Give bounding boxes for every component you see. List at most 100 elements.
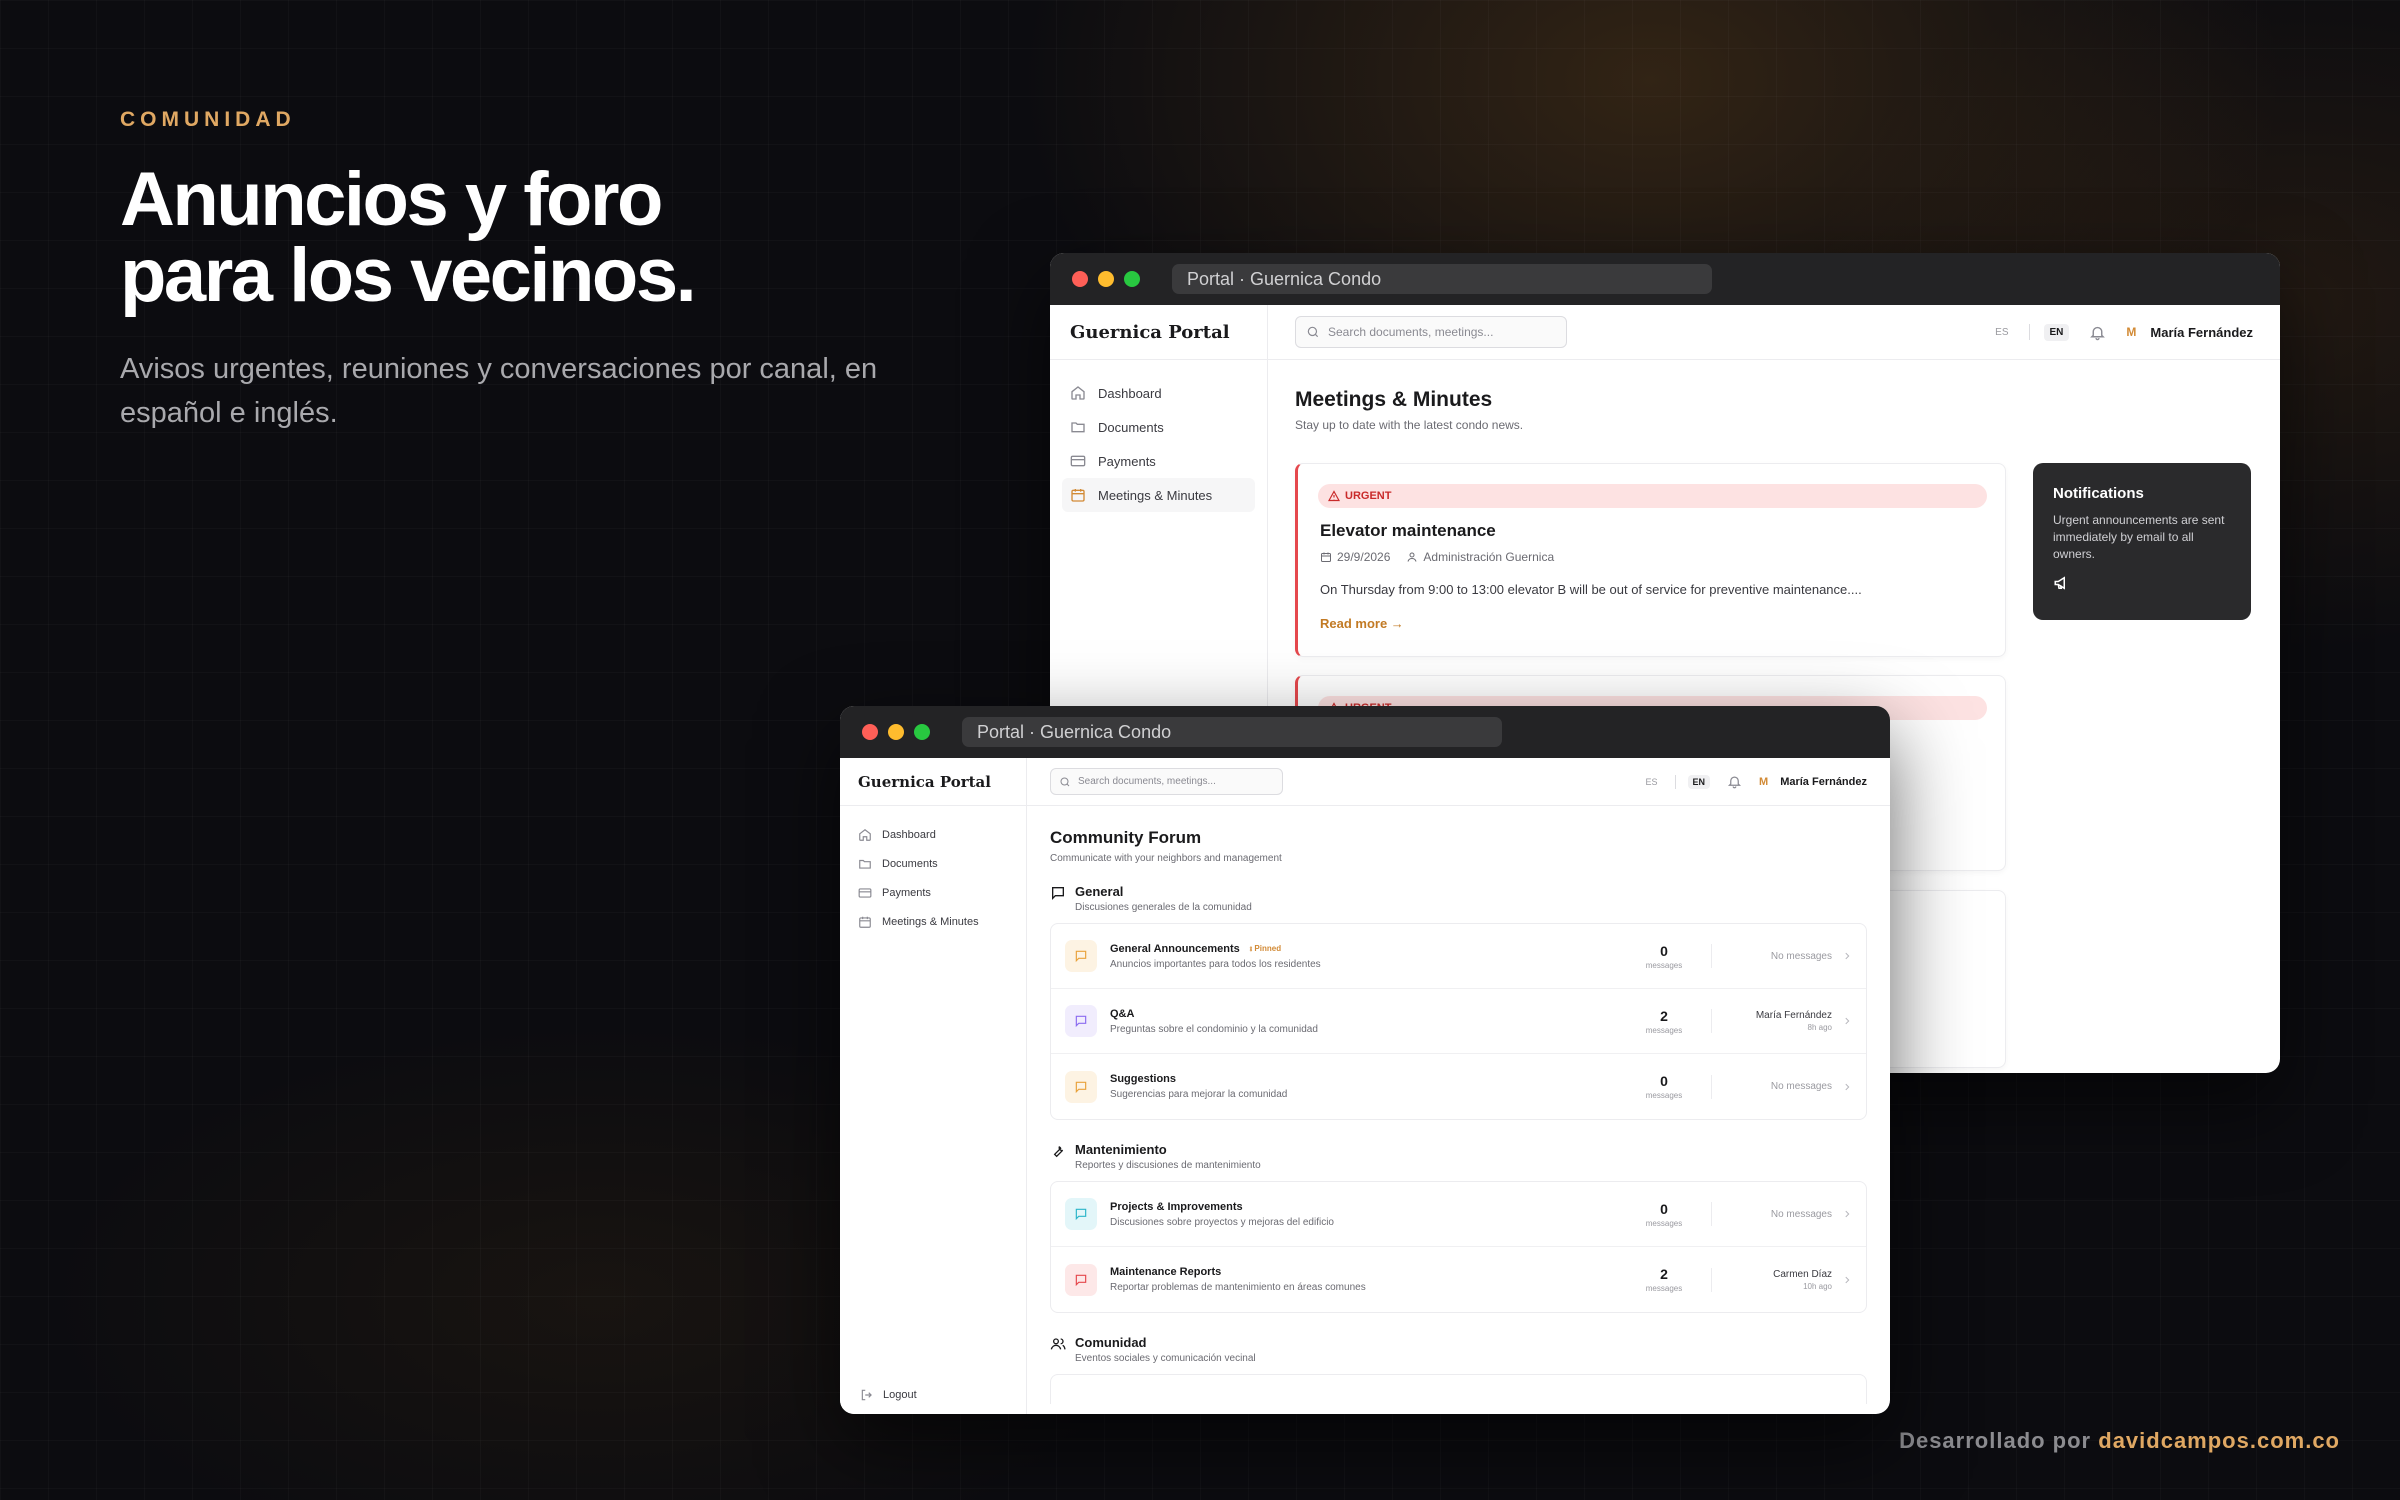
- user-name[interactable]: María Fernández: [1780, 776, 1867, 788]
- announcement-title[interactable]: Elevator maintenance: [1320, 521, 1496, 541]
- maximize-window-button[interactable]: [914, 724, 930, 740]
- channel-row[interactable]: Q&A Preguntas sobre el condominio y la c…: [1051, 989, 1866, 1054]
- brand-logo[interactable]: Guernica Portal: [840, 758, 1026, 806]
- last-message: No messages: [1770, 1081, 1832, 1092]
- logout-button[interactable]: Logout: [860, 1388, 917, 1402]
- chevron-right-icon[interactable]: [1842, 1016, 1852, 1026]
- avatar[interactable]: M: [2126, 325, 2136, 339]
- sidebar-item-dashboard[interactable]: Dashboard: [1062, 376, 1255, 410]
- channel-list: [1050, 1374, 1867, 1404]
- category-description: Reportes y discusiones de mantenimiento: [1075, 1160, 1261, 1171]
- calendar-icon: [1320, 551, 1332, 563]
- minimize-window-button[interactable]: [888, 724, 904, 740]
- sidebar-item-payments[interactable]: Payments: [850, 878, 1016, 907]
- lang-en-toggle[interactable]: EN: [2043, 323, 2070, 341]
- search-icon: [1306, 325, 1320, 339]
- sidebar-item-label: Documents: [882, 857, 938, 870]
- sidebar-nav: Dashboard Documents Payments Meetings & …: [840, 806, 1026, 950]
- category-description: Eventos sociales y comunicación vecinal: [1075, 1353, 1256, 1364]
- announcement-card[interactable]: URGENT Elevator maintenance 29/9/2026 Ad…: [1295, 463, 2006, 657]
- sidebar-item-payments[interactable]: Payments: [1062, 444, 1255, 478]
- sidebar-item-meetings[interactable]: Meetings & Minutes: [850, 907, 1016, 936]
- channel-name[interactable]: Suggestions: [1110, 1073, 1176, 1085]
- message-count: 0 messages: [1645, 1200, 1683, 1228]
- sidebar-item-documents[interactable]: Documents: [850, 849, 1016, 878]
- channel-description: Anuncios importantes para todos los resi…: [1110, 958, 1321, 970]
- window-titlebar: Portal · Guernica Condo: [840, 706, 1890, 758]
- last-message: No messages: [1770, 1208, 1832, 1220]
- bell-icon[interactable]: [1727, 774, 1742, 789]
- brand-logo[interactable]: Guernica Portal: [1050, 305, 1267, 360]
- channel-name[interactable]: General Announcements: [1110, 943, 1240, 955]
- hero: COMUNIDAD Anuncios y foro para los vecin…: [120, 108, 980, 435]
- notifications-body: Urgent announcements are sent immediatel…: [2053, 513, 2225, 561]
- channel-description: Preguntas sobre el condominio y la comun…: [1110, 1023, 1318, 1035]
- subhead: Avisos urgentes, reuniones y conversacio…: [120, 353, 878, 429]
- home-icon: [1070, 385, 1086, 401]
- chevron-right-icon[interactable]: [1842, 1082, 1852, 1092]
- user-name[interactable]: María Fernández: [2150, 325, 2253, 340]
- sidebar-item-label: Payments: [1098, 453, 1156, 469]
- sidebar-item-documents[interactable]: Documents: [1062, 410, 1255, 444]
- avatar[interactable]: M: [1759, 776, 1768, 788]
- minimize-window-button[interactable]: [1098, 271, 1114, 287]
- notifications-card: Notifications Urgent announcements are s…: [2033, 463, 2251, 620]
- notifications-title: Notifications: [2053, 485, 2144, 502]
- window-titlebar: Portal · Guernica Condo: [1050, 253, 2280, 305]
- page-title: Community Forum: [1050, 828, 1202, 847]
- chat-bubble-icon: [1065, 940, 1097, 972]
- search-input[interactable]: Search documents, meetings...: [1050, 768, 1283, 795]
- channel-name[interactable]: Q&A: [1110, 1008, 1134, 1020]
- channel-name[interactable]: Maintenance Reports: [1110, 1266, 1221, 1278]
- message-count: 0 messages: [1645, 1073, 1683, 1100]
- megaphone-icon: [2053, 574, 2071, 592]
- forum-window: Portal · Guernica Condo Guernica Portal …: [840, 706, 1890, 1414]
- channel-description: Reportar problemas de mantenimiento en á…: [1110, 1282, 1366, 1293]
- chat-bubble-icon: [1065, 1198, 1097, 1230]
- channel-description: Sugerencias para mejorar la comunidad: [1110, 1089, 1288, 1100]
- close-window-button[interactable]: [1072, 271, 1088, 287]
- channel-row[interactable]: Projects & Improvements Discusiones sobr…: [1051, 1182, 1866, 1247]
- announcement-meta: 29/9/2026 Administración Guernica: [1320, 550, 1554, 564]
- forum-category-maintenance: Mantenimiento Reportes y discusiones de …: [1050, 1142, 1867, 1313]
- users-icon: [1050, 1336, 1066, 1352]
- maximize-window-button[interactable]: [1124, 271, 1140, 287]
- lang-en-toggle[interactable]: EN: [1687, 774, 1711, 789]
- page-subtitle: Communicate with your neighbors and mana…: [1050, 853, 1282, 864]
- sidebar-item-label: Meetings & Minutes: [1098, 487, 1213, 503]
- chevron-right-icon[interactable]: [1842, 1275, 1852, 1285]
- bell-icon[interactable]: [2089, 324, 2106, 341]
- channel-name[interactable]: Projects & Improvements: [1110, 1201, 1243, 1213]
- address-bar[interactable]: Portal · Guernica Condo: [962, 717, 1502, 747]
- lang-es-toggle[interactable]: ES: [1640, 775, 1662, 789]
- divider: [1711, 1009, 1712, 1033]
- channel-row[interactable]: Suggestions Sugerencias para mejorar la …: [1051, 1054, 1866, 1119]
- category-name: General: [1075, 884, 1124, 899]
- announcement-body: On Thursday from 9:00 to 13:00 elevator …: [1320, 582, 1862, 597]
- home-icon: [858, 828, 872, 842]
- top-bar: Search documents, meetings... ES EN M Ma…: [1268, 305, 2280, 360]
- chevron-right-icon[interactable]: [1842, 951, 1852, 961]
- sidebar-item-label: Meetings & Minutes: [882, 915, 979, 928]
- announcement-author: Administración Guernica: [1406, 550, 1554, 564]
- message-count: 2 messages: [1645, 1007, 1683, 1035]
- logout-label: Logout: [883, 1389, 917, 1401]
- warning-icon: [1328, 490, 1340, 502]
- search-placeholder: Search documents, meetings...: [1328, 325, 1494, 339]
- close-window-button[interactable]: [862, 724, 878, 740]
- channel-row[interactable]: General Announcements ⦂ Pinned Anuncios i…: [1051, 924, 1866, 989]
- address-bar[interactable]: Portal · Guernica Condo: [1172, 264, 1712, 294]
- credit-link[interactable]: davidcampos.com.co: [2098, 1428, 2340, 1453]
- top-bar: Search documents, meetings... ES EN M Ma…: [1027, 758, 1890, 806]
- sidebar-item-meetings[interactable]: Meetings & Minutes: [1062, 478, 1255, 512]
- urgent-badge: URGENT: [1318, 484, 1987, 508]
- sidebar-item-dashboard[interactable]: Dashboard: [850, 820, 1016, 849]
- chevron-right-icon[interactable]: [1842, 1209, 1852, 1219]
- read-more-link[interactable]: Read more →: [1320, 616, 1404, 631]
- lang-es-toggle[interactable]: ES: [1989, 324, 2014, 341]
- search-input[interactable]: Search documents, meetings...: [1295, 316, 1567, 348]
- channel-row[interactable]: Maintenance Reports Reportar problemas d…: [1051, 1247, 1866, 1312]
- page-content: Community Forum Communicate with your ne…: [1027, 806, 1890, 1404]
- divider: [1711, 1074, 1712, 1099]
- chat-bubble-icon: [1065, 1005, 1097, 1037]
